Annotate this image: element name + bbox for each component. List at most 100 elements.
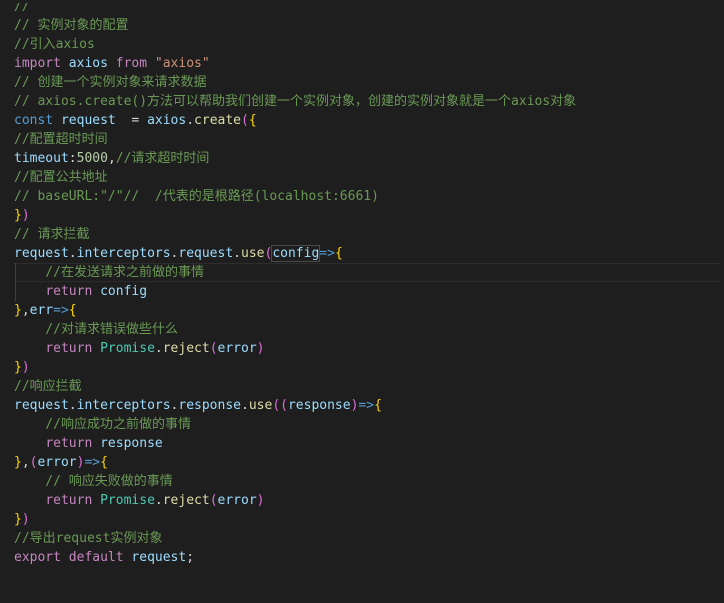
code-line[interactable]: // axios.create()方法可以帮助我们创建一个实例对象，创建的实例对… [14, 92, 720, 111]
code-token: . [154, 493, 163, 508]
code-token: error [217, 341, 257, 356]
code-token: config [271, 245, 321, 262]
code-token: from [115, 56, 148, 71]
code-line[interactable]: timeout:5000,//请求超时时间 [14, 149, 720, 168]
code-line[interactable]: //配置公共地址 [14, 168, 720, 187]
code-token: { [334, 246, 343, 261]
code-line[interactable]: // [14, 0, 720, 16]
code-token: // baseURL:"/"// /代表的是根路径(localhost:6661… [14, 189, 379, 204]
code-token: //引入axios [14, 37, 95, 52]
code-token: { [100, 455, 108, 470]
code-line[interactable]: //对请求错误做些什么 [14, 320, 720, 339]
code-token: return [45, 436, 93, 451]
code-token: => [319, 246, 335, 261]
code-line[interactable]: },err=>{ [14, 301, 720, 320]
code-token: response [287, 398, 351, 413]
code-token: //响应拦截 [14, 379, 82, 394]
code-token: response [100, 436, 163, 451]
code-line[interactable]: },(error)=>{ [14, 453, 720, 472]
code-line[interactable]: return Promise.reject(error) [14, 491, 720, 510]
code-line[interactable]: }) [14, 510, 720, 529]
code-lines: // // 实例对象的配置 //引入axios import axios from … [14, 0, 720, 567]
code-token: default [68, 550, 124, 565]
code-token: const [14, 113, 54, 128]
code-line[interactable]: }) [14, 206, 720, 225]
code-line[interactable]: const request = axios.create({ [14, 111, 720, 130]
code-token: . [241, 398, 249, 413]
code-token: request [14, 398, 69, 413]
code-line[interactable]: }) [14, 358, 720, 377]
code-token: //在发送请求之前做的事情 [14, 265, 204, 280]
code-token: { [248, 113, 257, 128]
indent-guide [15, 282, 16, 301]
code-token: } [14, 455, 22, 470]
code-token: //导出request实例对象 [14, 531, 163, 546]
code-token: . [154, 341, 163, 356]
code-token: return [45, 493, 93, 508]
code-token: axios [68, 56, 108, 71]
code-token: ) [21, 208, 30, 223]
code-token: { [374, 398, 382, 413]
code-token: ) [256, 341, 265, 356]
code-line[interactable]: // baseURL:"/"// /代表的是根路径(localhost:6661… [14, 187, 720, 206]
code-token: reject [162, 341, 210, 356]
code-line[interactable]: //配置超时时间 [14, 130, 720, 149]
code-line[interactable]: request.interceptors.request.use(config=… [14, 244, 720, 263]
code-token: export [14, 550, 61, 565]
code-token: request [131, 550, 187, 565]
code-line[interactable]: // 请求拦截 [14, 225, 720, 244]
code-token: ( [209, 493, 218, 508]
code-line[interactable]: //导出request实例对象 [14, 529, 720, 548]
code-token: ) [21, 360, 30, 375]
code-token: axios [147, 113, 187, 128]
code-token: // 请求拦截 [14, 227, 90, 242]
code-line[interactable]: // 创建一个实例对象来请求数据 [14, 73, 720, 92]
code-token: => [84, 455, 101, 470]
code-token: => [53, 303, 69, 318]
code-line[interactable]: import axios from "axios" [14, 54, 720, 73]
indent-guide [15, 263, 16, 282]
code-token: // [14, 0, 61, 14]
code-token: . [68, 398, 77, 413]
code-token: reject [162, 493, 210, 508]
code-line[interactable]: request.interceptors.response.use((respo… [14, 396, 720, 415]
code-token: interceptors [76, 246, 171, 261]
code-line[interactable]: //响应拦截 [14, 377, 720, 396]
code-line[interactable]: return Promise.reject(error) [14, 339, 720, 358]
code-token: ; [186, 550, 195, 565]
code-token: //对请求错误做些什么 [14, 322, 178, 337]
code-token: // 响应失败做的事情 [14, 474, 173, 489]
code-token: ) [256, 493, 265, 508]
code-token: //配置公共地址 [14, 170, 108, 185]
code-token: } [14, 360, 22, 375]
code-token: { [68, 303, 77, 318]
code-token: 5000 [76, 151, 108, 166]
code-line[interactable]: //在发送请求之前做的事情 [14, 263, 720, 282]
code-line[interactable]: return config [14, 282, 720, 301]
code-line[interactable]: return response [14, 434, 720, 453]
code-token: = [115, 113, 148, 128]
code-token: error [217, 493, 257, 508]
code-token: // axios.create()方法可以帮助我们创建一个实例对象，创建的实例对… [14, 94, 577, 109]
code-token: Promise [100, 341, 155, 356]
code-line[interactable]: // 实例对象的配置 [14, 16, 720, 35]
code-line[interactable]: //响应成功之前做的事情 [14, 415, 720, 434]
code-line[interactable]: export default request; [14, 548, 720, 567]
code-editor[interactable]: // // 实例对象的配置 //引入axios import axios from … [0, 0, 724, 603]
code-token: create [194, 113, 242, 128]
code-token: return [45, 284, 93, 299]
code-token: . [186, 113, 195, 128]
code-line[interactable]: // 响应失败做的事情 [14, 472, 720, 491]
code-line[interactable]: //引入axios [14, 35, 720, 54]
code-token: // 实例对象的配置 [14, 18, 129, 33]
code-token: . [68, 246, 77, 261]
